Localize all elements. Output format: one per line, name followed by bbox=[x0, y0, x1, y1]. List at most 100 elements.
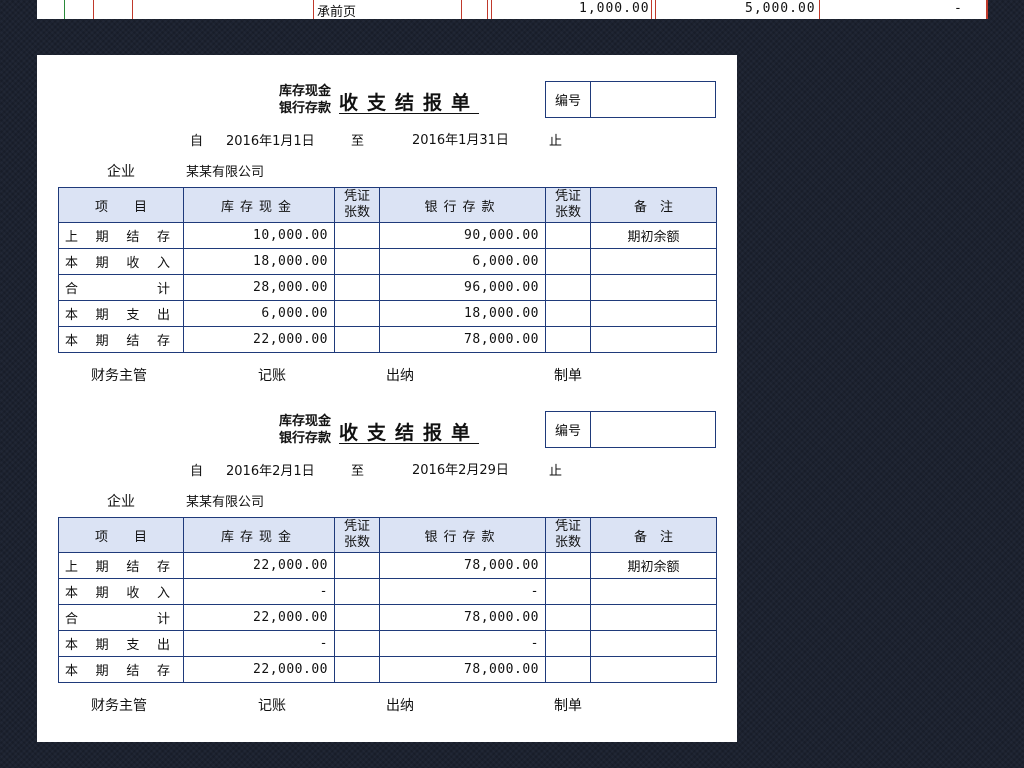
carry-over-amount-1: 1,000.00 bbox=[579, 1, 650, 16]
row-bank: 90,000.00 bbox=[379, 222, 546, 249]
header-voucher-line2: 张数 bbox=[343, 205, 370, 220]
number-box: 编号 bbox=[545, 411, 716, 448]
report-1: 库存现金 银行存款 收支结报单 编号 自 2016年1月1日 至 2016年1月… bbox=[37, 55, 737, 384]
row-item: 本期结存 bbox=[58, 326, 184, 353]
number-field[interactable] bbox=[591, 82, 715, 117]
header-voucher-line1: 凭证 bbox=[343, 519, 370, 534]
row-item: 本期收入 bbox=[58, 578, 184, 605]
header-voucher-line1: 凭证 bbox=[554, 519, 581, 534]
preparer-label: 制单 bbox=[554, 368, 582, 384]
row-cash: 22,000.00 bbox=[183, 326, 335, 353]
cell-divider bbox=[819, 0, 820, 19]
header-voucher-line2: 张数 bbox=[554, 535, 581, 550]
row-voucher-cash bbox=[334, 578, 380, 605]
finance-head-label: 财务主管 bbox=[91, 698, 147, 714]
row-item: 本期结存 bbox=[58, 656, 184, 683]
row-note bbox=[590, 248, 717, 275]
finance-head-label: 财务主管 bbox=[91, 368, 147, 384]
row-item: 合计 bbox=[58, 604, 184, 631]
row-item: 合计 bbox=[58, 274, 184, 301]
header-note: 备 注 bbox=[590, 517, 717, 553]
header-bank: 银行存款 bbox=[379, 517, 546, 553]
table-row: 本期支出 6,000.00 18,000.00 bbox=[58, 300, 717, 327]
cell-divider bbox=[487, 0, 488, 19]
title-sub-cash: 库存现金 bbox=[278, 84, 331, 99]
table-row: 本期收入 18,000.00 6,000.00 bbox=[58, 248, 717, 275]
number-box: 编号 bbox=[545, 81, 716, 118]
row-item: 本期支出 bbox=[58, 300, 184, 327]
header-voucher-line2: 张数 bbox=[343, 535, 370, 550]
row-voucher-cash bbox=[334, 300, 380, 327]
company-label: 企业 bbox=[107, 164, 135, 180]
header-item: 项 目 bbox=[58, 187, 184, 223]
row-item: 本期收入 bbox=[58, 248, 184, 275]
carry-over-row: 承前页 1,000.00 5,000.00 - bbox=[37, 0, 988, 20]
row-cash: 6,000.00 bbox=[183, 300, 335, 327]
title-subtitle: 库存现金 银行存款 bbox=[251, 413, 331, 447]
header-voucher-cash: 凭证 张数 bbox=[334, 187, 380, 223]
row-voucher-cash bbox=[334, 326, 380, 353]
report-title: 收支结报单 bbox=[339, 422, 480, 444]
cell-divider bbox=[64, 0, 65, 19]
date-from: 2016年1月1日 bbox=[226, 134, 315, 149]
bookkeeper-label: 记账 bbox=[258, 698, 286, 714]
title-sub-cash: 库存现金 bbox=[278, 414, 331, 429]
sheet-edge bbox=[545, 740, 715, 742]
carry-over-amount-3: - bbox=[954, 1, 963, 16]
row-voucher-cash bbox=[334, 630, 380, 657]
report-table: 项 目 库存现金 凭证 张数 银行存款 凭证 张数 备 注 上期结存 10,00… bbox=[58, 187, 717, 353]
company-name: 某某有限公司 bbox=[186, 495, 265, 510]
report-sheet: 库存现金 银行存款 收支结报单 编号 自 2016年1月1日 至 2016年1月… bbox=[37, 55, 737, 742]
table-row: 合计 28,000.00 96,000.00 bbox=[58, 274, 717, 301]
row-voucher-cash bbox=[334, 604, 380, 631]
row-bank: 78,000.00 bbox=[379, 604, 546, 631]
cell-divider bbox=[491, 0, 492, 19]
row-voucher-bank bbox=[545, 222, 591, 249]
row-voucher-cash bbox=[334, 274, 380, 301]
header-voucher-line1: 凭证 bbox=[343, 189, 370, 204]
header-voucher-line1: 凭证 bbox=[554, 189, 581, 204]
company-name: 某某有限公司 bbox=[186, 165, 265, 180]
row-bank: 78,000.00 bbox=[379, 656, 546, 683]
cell-divider bbox=[655, 0, 656, 19]
row-note bbox=[590, 326, 717, 353]
carry-over-label: 承前页 bbox=[317, 5, 357, 20]
report-title: 收支结报单 bbox=[339, 92, 480, 114]
row-voucher-bank bbox=[545, 274, 591, 301]
row-bank: - bbox=[379, 630, 546, 657]
title-subtitle: 库存现金 银行存款 bbox=[251, 83, 331, 117]
date-to: 2016年1月31日 bbox=[412, 133, 509, 148]
row-bank: 96,000.00 bbox=[379, 274, 546, 301]
row-voucher-bank bbox=[545, 552, 591, 579]
header-bank: 银行存款 bbox=[379, 187, 546, 223]
row-cash: 22,000.00 bbox=[183, 656, 335, 683]
row-voucher-cash bbox=[334, 552, 380, 579]
title-sub-bank: 银行存款 bbox=[278, 101, 331, 116]
row-note bbox=[590, 578, 717, 605]
row-voucher-cash bbox=[334, 248, 380, 275]
to-label: 至 bbox=[351, 134, 365, 149]
row-note bbox=[590, 274, 717, 301]
header-cash: 库存现金 bbox=[183, 187, 335, 223]
header-voucher-bank: 凭证 张数 bbox=[545, 517, 591, 553]
row-voucher-bank bbox=[545, 656, 591, 683]
table-row: 本期收入 - - bbox=[58, 578, 717, 605]
preparer-label: 制单 bbox=[554, 698, 582, 714]
row-voucher-bank bbox=[545, 630, 591, 657]
table-row: 本期结存 22,000.00 78,000.00 bbox=[58, 326, 717, 353]
row-cash: 22,000.00 bbox=[183, 552, 335, 579]
number-label: 编号 bbox=[546, 82, 591, 117]
cell-divider bbox=[132, 0, 133, 19]
bookkeeper-label: 记账 bbox=[258, 368, 286, 384]
table-row: 上期结存 10,000.00 90,000.00 期初余额 bbox=[58, 222, 717, 249]
row-voucher-bank bbox=[545, 326, 591, 353]
carry-over-amount-2: 5,000.00 bbox=[745, 1, 816, 16]
table-row: 上期结存 22,000.00 78,000.00 期初余额 bbox=[58, 552, 717, 579]
to-label: 至 bbox=[351, 464, 365, 479]
number-field[interactable] bbox=[591, 412, 715, 447]
from-label: 自 bbox=[190, 134, 204, 149]
title-sub-bank: 银行存款 bbox=[278, 431, 331, 446]
row-bank: 6,000.00 bbox=[379, 248, 546, 275]
company-label: 企业 bbox=[107, 494, 135, 510]
table-row: 本期结存 22,000.00 78,000.00 bbox=[58, 656, 717, 683]
